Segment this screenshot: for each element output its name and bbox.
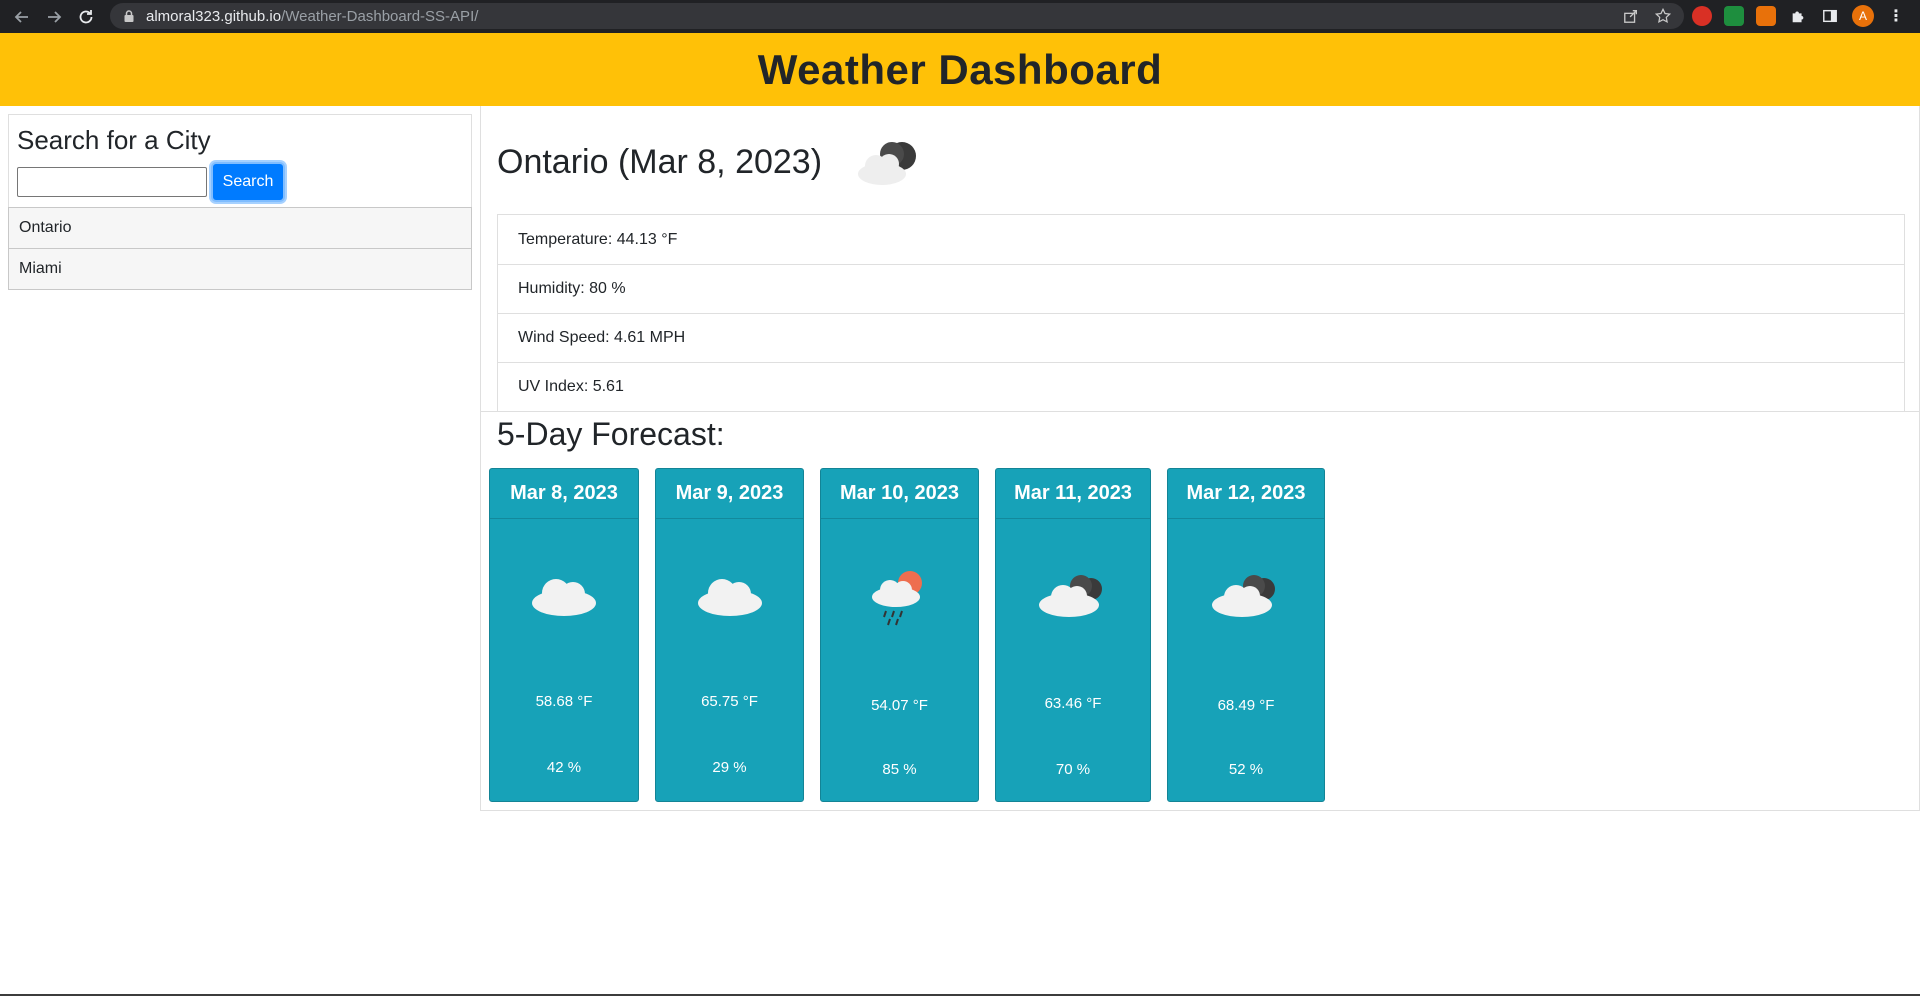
page-title: Weather Dashboard: [757, 45, 1163, 93]
current-stats-list: Temperature: 44.13 °F Humidity: 80 % Win…: [497, 214, 1905, 412]
broken-clouds-icon: [1212, 575, 1275, 617]
forecast-humidity: 42 %: [546, 759, 582, 776]
url-path: /Weather-Dashboard-SS-API/: [281, 7, 479, 25]
uv-index-stat: UV Index: 5.61: [498, 362, 1904, 411]
extensions-puzzle-icon[interactable]: [1788, 6, 1808, 26]
forecast-title: 5-Day Forecast:: [497, 416, 725, 452]
search-card: Search for a City Search: [8, 114, 472, 208]
forecast-card: Mar 9, 2023 65.75 °F 29 %: [655, 468, 804, 802]
broken-clouds-icon: [1039, 575, 1102, 617]
forecast-humidity: 29 %: [712, 759, 747, 776]
search-sidebar: Search for a City Search Ontario Miami: [8, 114, 472, 290]
forecast-temp: 54.07 °F: [871, 697, 928, 714]
forecast-cards: Mar 8, 2023 58.68 °F 42 % Mar 9, 2023 65…: [489, 468, 1341, 802]
lock-icon: [124, 10, 134, 22]
forecast-temp: 58.68 °F: [535, 693, 593, 710]
forecast-card: Mar 8, 2023 58.68 °F 42 %: [489, 468, 639, 802]
forecast-card: Mar 10, 2023 54.07 °F 85 %: [820, 468, 979, 802]
menu-kebab-icon[interactable]: ⋮: [1886, 6, 1906, 26]
profile-avatar[interactable]: A: [1852, 5, 1874, 27]
forecast-card: Mar 12, 2023 68.49 °F 52 %: [1167, 468, 1325, 802]
search-button[interactable]: Search: [211, 162, 285, 202]
temperature-stat: Temperature: 44.13 °F: [518, 230, 678, 248]
cloud-icon: [532, 579, 596, 616]
cloud-icon: [697, 579, 762, 616]
search-title: Search for a City: [17, 125, 211, 155]
forecast-date: Mar 8, 2023: [490, 469, 638, 519]
back-icon[interactable]: [6, 0, 38, 33]
forward-icon[interactable]: [38, 0, 70, 33]
history-item-miami[interactable]: Miami: [8, 248, 472, 290]
extension-red-icon[interactable]: [1692, 6, 1712, 26]
forecast-temp: 65.75 °F: [701, 693, 758, 710]
share-icon[interactable]: [1622, 7, 1640, 25]
wind-speed-stat: Wind Speed: 4.61 MPH: [498, 313, 1904, 362]
forecast-date: Mar 11, 2023: [996, 469, 1150, 519]
address-bar[interactable]: almoral323.github.io/Weather-Dashboard-S…: [110, 3, 1684, 29]
forecast-humidity: 70 %: [1055, 761, 1091, 778]
forecast-temp: 68.49 °F: [1217, 697, 1275, 714]
page-header: Weather Dashboard: [0, 33, 1920, 106]
humidity-stat: Humidity: 80 %: [498, 264, 1904, 313]
section-divider: [481, 411, 1919, 412]
browser-toolbar: almoral323.github.io/Weather-Dashboard-S…: [0, 0, 1920, 33]
extension-green-icon[interactable]: [1724, 6, 1744, 26]
forecast-card: Mar 11, 2023 63.46 °F 70 %: [995, 468, 1151, 802]
history-item-ontario[interactable]: Ontario: [8, 207, 472, 249]
weather-main: Ontario (Mar 8, 2023) Temperature: 44.13…: [480, 106, 1920, 811]
side-panel-icon[interactable]: [1820, 6, 1840, 26]
current-weather-heading: Ontario (Mar 8, 2023): [497, 134, 926, 190]
forecast-humidity: 52 %: [1228, 761, 1264, 778]
bookmark-star-icon[interactable]: [1654, 7, 1672, 25]
forecast-date: Mar 10, 2023: [821, 469, 978, 519]
forecast-date: Mar 9, 2023: [656, 469, 803, 519]
forecast-temp: 63.46 °F: [1044, 695, 1102, 712]
forecast-date: Mar 12, 2023: [1168, 469, 1324, 519]
city-search-input[interactable]: [17, 167, 207, 197]
current-city-title: Ontario (Mar 8, 2023): [497, 142, 823, 181]
broken-clouds-icon: [858, 142, 917, 185]
url-host: almoral323.github.io: [146, 7, 282, 25]
forecast-humidity: 85 %: [882, 761, 917, 778]
reload-icon[interactable]: [70, 0, 102, 33]
extension-orange-icon[interactable]: [1756, 6, 1776, 26]
rain-sun-icon: [871, 571, 922, 626]
